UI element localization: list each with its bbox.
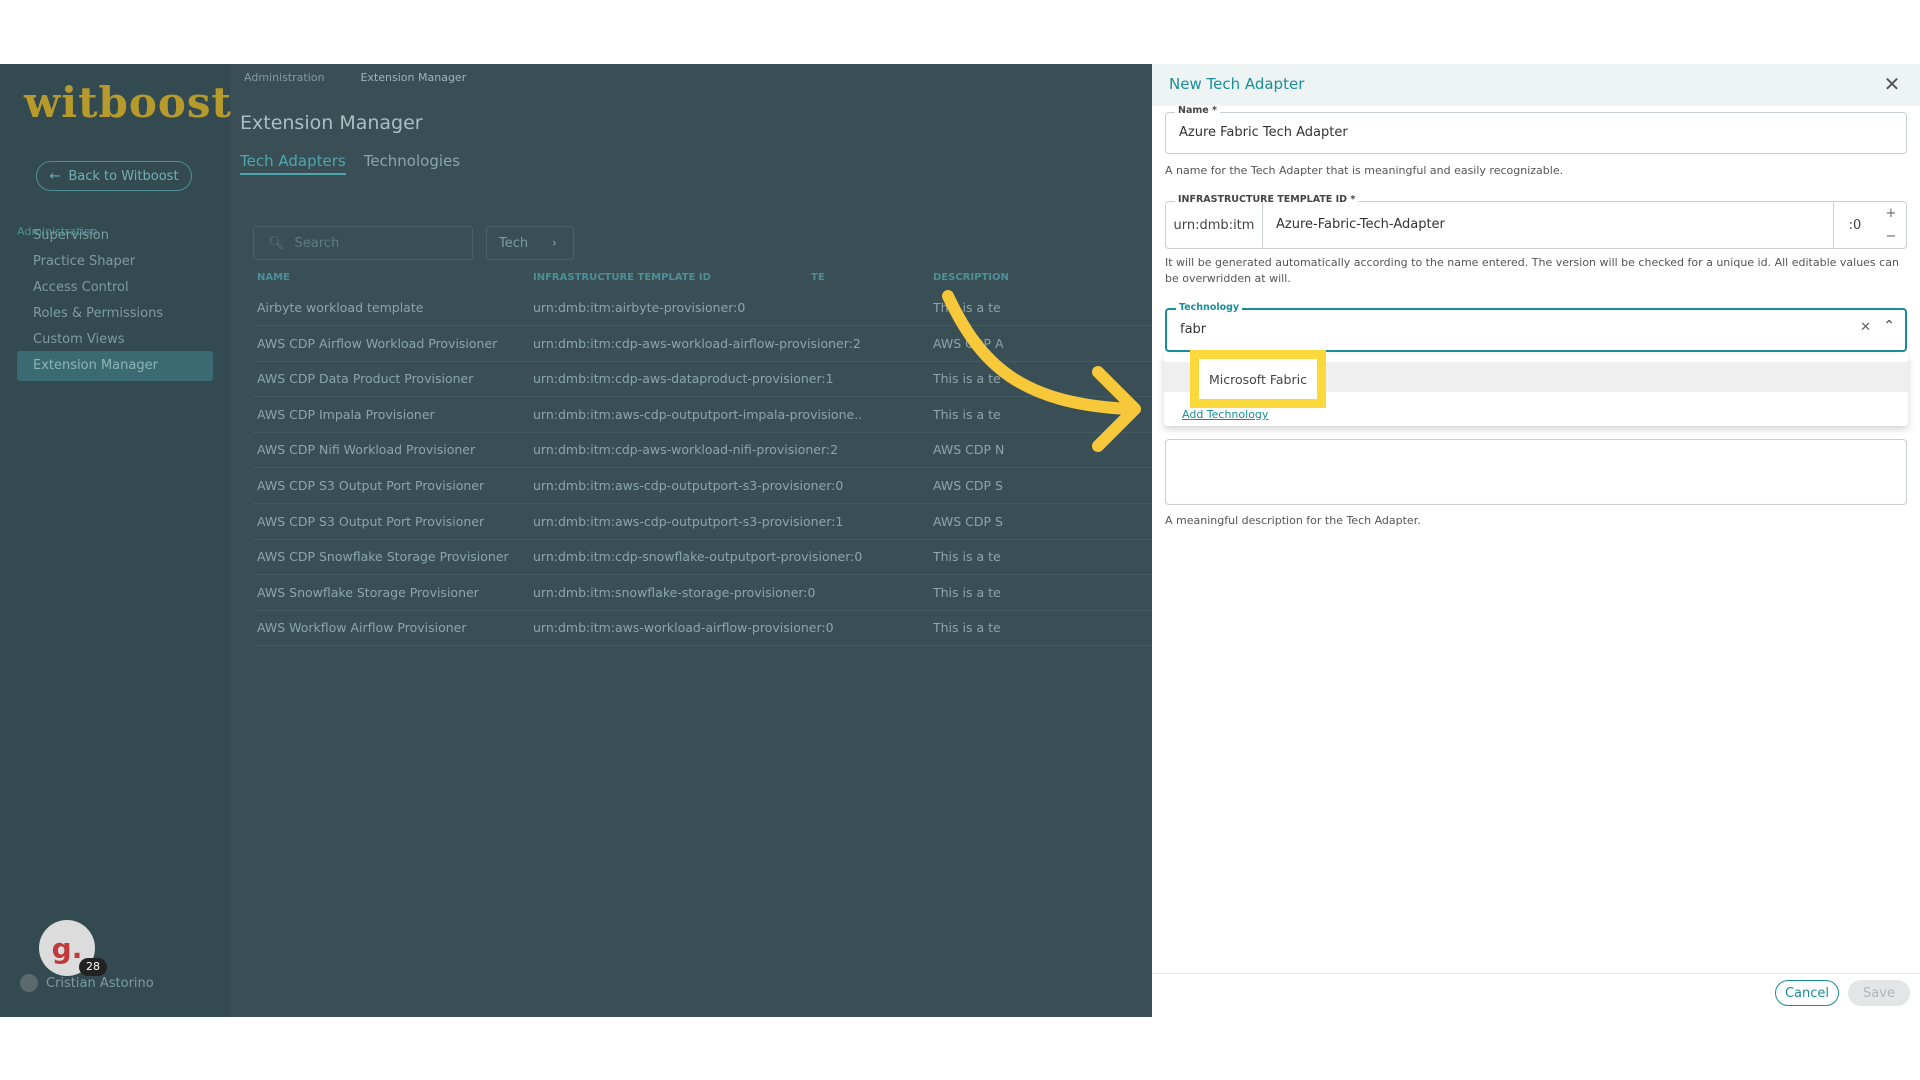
tab-technologies[interactable]: Technologies [364,152,460,175]
infra-version[interactable]: :0 [1833,202,1876,248]
chevron-right-icon: › [551,235,557,251]
technology-label: Technology [1176,302,1243,313]
technology-field[interactable]: Technology fabr ✕ ⌃ [1165,302,1907,352]
cell-desc: This is a te [933,620,1001,636]
cell-name: AWS CDP S3 Output Port Provisioner [257,478,485,493]
table-row[interactable]: AWS CDP S3 Output Port Provisioner urn:dm… [253,504,1152,540]
witboost-logo: witboost [24,78,232,127]
page-title: Extension Manager [240,112,423,134]
cell-name: AWS CDP Snowflake Storage Provisioner [257,549,509,565]
cell-id: urn:dmb:itm:cdp-aws-dataproduct-provisio… [533,371,834,387]
main-content: Administration Extension Manager Extensi… [230,64,1152,1017]
cell-name: AWS CDP S3 Output Port Provisioner [257,513,485,529]
cell-id: urn:dmb:itm:cdp-snowflake-outputport-pro… [533,549,863,565]
description-field[interactable] [1165,439,1907,505]
cell-name: AWS CDP Data Product Provisioner [257,371,474,387]
cell-name: AWS CDP Impala Provisioner [257,406,435,422]
drawer-header: New Tech Adapter ✕ [1152,64,1920,106]
back-button-label: Back to Witboost [68,168,179,184]
tabs: Tech Adapters Technologies [240,152,460,175]
cancel-button[interactable]: Cancel [1775,980,1839,1006]
column-header-name[interactable]: NAME [257,272,290,283]
highlight-box: Microsoft Fabric [1190,350,1326,408]
chevron-up-icon[interactable]: ⌃ [1883,318,1895,334]
close-icon[interactable]: ✕ [1880,72,1904,96]
filter-label: Tech [499,235,529,251]
cell-id: urn:dmb:itm:aws-cdp-outputport-impala-pr… [533,406,863,422]
save-button[interactable]: Save [1848,980,1910,1006]
name-value: Azure Fabric Tech Adapter [1179,125,1348,140]
table-row[interactable]: AWS Workflow Airflow Provisioner urn:dmb:… [253,610,1152,647]
decrement-icon[interactable]: − [1876,225,1906,248]
background-app: witboost ← Back to Witboost Administrati… [0,64,1152,1017]
breadcrumb-extension-manager: Extension Manager [360,71,467,84]
user-profile[interactable]: Cristian Astorino [20,974,154,992]
table-row[interactable]: AWS CDP Snowflake Storage Provisioner urn… [253,539,1152,576]
cell-id: urn:dmb:itm:airbyte-provisioner:0 [533,300,746,315]
cell-id: urn:dmb:itm:cdp-aws-workload-airflow-pro… [533,335,861,351]
back-to-witboost-button[interactable]: ← Back to Witboost [36,161,192,191]
description-helper-text: A meaningful description for the Tech Ad… [1165,514,1421,527]
cell-desc: AWS CDP S [933,513,1003,529]
column-header-infra-id[interactable]: INFRASTRUCTURE TEMPLATE ID [533,272,711,283]
cell-name: Airbyte workload template [257,300,424,315]
breadcrumb: Administration Extension Manager [244,71,466,84]
cell-desc: This is a te [933,584,1001,600]
add-technology-link[interactable]: Add Technology [1182,408,1268,421]
cell-desc: This is a te [933,549,1001,565]
sidebar: witboost ← Back to Witboost Administrati… [0,64,232,1017]
table-row[interactable]: AWS Snowflake Storage Provisioner urn:dmb… [253,575,1152,611]
cell-id: urn:dmb:itm:aws-workload-airflow-provisi… [533,620,834,636]
name-field[interactable]: Name * Azure Fabric Tech Adapter [1165,105,1907,154]
drawer-title: New Tech Adapter [1169,75,1305,93]
infra-helper-text: It will be generated automatically accor… [1165,256,1899,285]
cell-name: AWS CDP Nifi Workload Provisioner [257,442,476,458]
column-header-description[interactable]: DESCRIPTION [933,272,1009,283]
annotation-arrow [942,290,1141,452]
cell-id: urn:dmb:itm:aws-cdp-outputport-s3-provis… [533,513,844,529]
name-helper-text: A name for the Tech Adapter that is mean… [1165,164,1564,177]
tech-filter-button[interactable]: Tech › [486,226,574,260]
arrow-left-icon: ← [49,168,61,184]
infra-id-input[interactable]: Azure-Fabric-Tech-Adapter [1276,217,1445,232]
sidebar-item-extension-manager[interactable]: Extension Manager [17,351,213,381]
infra-prefix: urn:dmb:itm [1166,202,1263,248]
user-name: Cristian Astorino [46,975,154,991]
cell-name: AWS Workflow Airflow Provisioner [257,620,467,636]
column-header-tech[interactable]: TE [811,272,825,283]
tab-tech-adapters[interactable]: Tech Adapters [240,152,346,175]
name-label: Name * [1175,105,1220,116]
cell-id: urn:dmb:itm:cdp-aws-workload-nifi-provis… [533,442,839,458]
increment-icon[interactable]: + [1876,202,1906,225]
search-icon: 🔍︎ [268,235,285,251]
breadcrumb-administration[interactable]: Administration [244,71,325,84]
drawer-footer: Cancel Save [1152,973,1920,1017]
infrastructure-template-id-field: INFRASTRUCTURE TEMPLATE ID * urn:dmb:itm… [1165,194,1907,249]
technology-input[interactable]: fabr [1180,322,1206,337]
cell-id: urn:dmb:itm:snowflake-storage-provisione… [533,584,816,600]
version-stepper[interactable]: + − [1876,202,1906,248]
cell-id: urn:dmb:itm:aws-cdp-outputport-s3-provis… [533,478,844,493]
cell-name: AWS CDP Airflow Workload Provisioner [257,335,498,351]
screen: witboost ← Back to Witboost Administrati… [0,64,1920,1017]
search-placeholder: Search [294,235,340,251]
new-tech-adapter-drawer: New Tech Adapter ✕ Name * Azure Fabric T… [1152,64,1920,1017]
search-input[interactable]: 🔍︎ Search [253,226,473,260]
clear-icon[interactable]: ✕ [1860,320,1871,335]
option-microsoft-fabric[interactable]: Microsoft Fabric [1199,359,1317,399]
cell-name: AWS Snowflake Storage Provisioner [257,584,479,600]
avatar [20,974,38,992]
